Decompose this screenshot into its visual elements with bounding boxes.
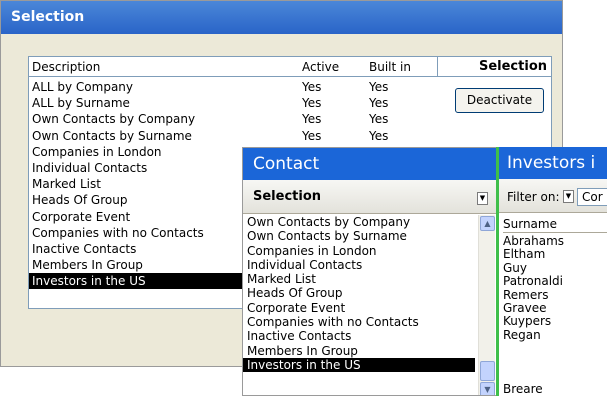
deactivate-button[interactable]: Deactivate [455, 88, 544, 113]
contact-selection-list: Own Contacts by Company Own Contacts by … [243, 215, 475, 373]
table-row[interactable]: Own Contacts by Company Yes Yes [29, 111, 437, 127]
row-description: Members In Group [32, 258, 143, 273]
list-item[interactable]: Regan [503, 328, 564, 342]
row-description: ALL by Surname [32, 96, 130, 111]
contact-window-title: Contact [243, 148, 496, 180]
row-active: Yes [302, 80, 322, 94]
row-description: Individual Contacts [32, 160, 148, 175]
column-header-surname[interactable]: Surname [503, 217, 607, 233]
contact-selection-bar[interactable]: Selection ▼ [243, 180, 496, 214]
row-description: Own Contacts by Company [32, 112, 196, 127]
investors-surname-list: Abrahams Eltham Guy Patronaldi Remers Gr… [503, 234, 564, 342]
scrollbar-thumb[interactable] [480, 361, 495, 381]
list-item[interactable]: Inactive Contacts [243, 329, 475, 343]
row-description: Marked List [32, 177, 101, 192]
list-item[interactable]: Breare [503, 382, 543, 396]
investors-filter-bar: Filter on: ▼ Cor [499, 179, 607, 213]
column-header-description[interactable]: Description [32, 60, 100, 74]
row-description: Companies in London [32, 144, 162, 159]
row-active: Yes [302, 96, 322, 111]
row-active: Yes [302, 112, 322, 127]
row-built-in: Yes [369, 112, 389, 127]
column-header-active[interactable]: Active [302, 60, 339, 74]
contact-selection-label: Selection [253, 189, 322, 204]
list-item-selected[interactable]: Investors in the US [243, 357, 475, 373]
list-item[interactable]: Companies with no Contacts [243, 315, 475, 329]
list-item[interactable]: Abrahams [503, 234, 564, 248]
row-built-in: Yes [369, 128, 389, 143]
contact-window: Contact Selection ▼ Own Contacts by Comp… [242, 147, 497, 396]
row-description: Heads Of Group [32, 193, 128, 208]
investors-window-title: Investors i [499, 147, 607, 179]
row-description: ALL by Company [32, 80, 134, 94]
row-active: Yes [302, 128, 322, 143]
investors-window: Investors i Filter on: ▼ Cor Surname Abr… [496, 147, 607, 396]
row-built-in: Yes [369, 80, 389, 94]
row-built-in: Yes [369, 96, 389, 111]
list-item[interactable]: Individual Contacts [243, 258, 475, 272]
column-header-selection: Selection [478, 59, 547, 74]
filter-label: Filter on: [507, 190, 560, 204]
contact-list-scrollbar[interactable]: ▲ ▼ [478, 215, 495, 395]
table-row[interactable]: Own Contacts by Surname Yes Yes [29, 128, 437, 144]
selection-list-header: Description Active Built in Selection [29, 57, 551, 77]
scroll-up-icon[interactable]: ▲ [480, 216, 495, 231]
chevron-down-icon[interactable]: ▼ [563, 190, 574, 203]
row-description: Companies with no Contacts [32, 225, 204, 240]
row-description: Investors in the US [32, 274, 146, 289]
filter-field[interactable]: Cor [577, 188, 607, 206]
row-description: Inactive Contacts [32, 241, 137, 256]
list-item[interactable]: Own Contacts by Surname [243, 229, 475, 243]
row-description: Corporate Event [32, 209, 131, 224]
list-item[interactable]: Corporate Event [243, 301, 475, 315]
list-item[interactable]: Heads Of Group [243, 286, 475, 300]
list-item[interactable]: Remers [503, 288, 564, 302]
column-header-built-in[interactable]: Built in [369, 60, 411, 74]
list-item[interactable]: Guy [503, 261, 564, 275]
list-item[interactable]: Eltham [503, 248, 564, 261]
list-item[interactable]: Own Contacts by Company [243, 215, 475, 229]
scroll-down-icon[interactable]: ▼ [480, 382, 495, 395]
table-row[interactable]: ALL by Company Yes Yes [29, 79, 437, 95]
list-item[interactable]: Patronaldi [503, 274, 564, 288]
list-item[interactable]: Gravee [503, 301, 564, 315]
table-row[interactable]: ALL by Surname Yes Yes [29, 95, 437, 111]
chevron-down-icon[interactable]: ▼ [477, 192, 488, 205]
list-item[interactable]: Marked List [243, 272, 475, 286]
row-description: Own Contacts by Surname [32, 128, 192, 143]
list-item[interactable]: Companies in London [243, 244, 475, 258]
list-item[interactable]: Members In Group [243, 344, 475, 358]
list-item[interactable]: Kuypers [503, 315, 564, 328]
selection-window-title: Selection [1, 1, 562, 34]
